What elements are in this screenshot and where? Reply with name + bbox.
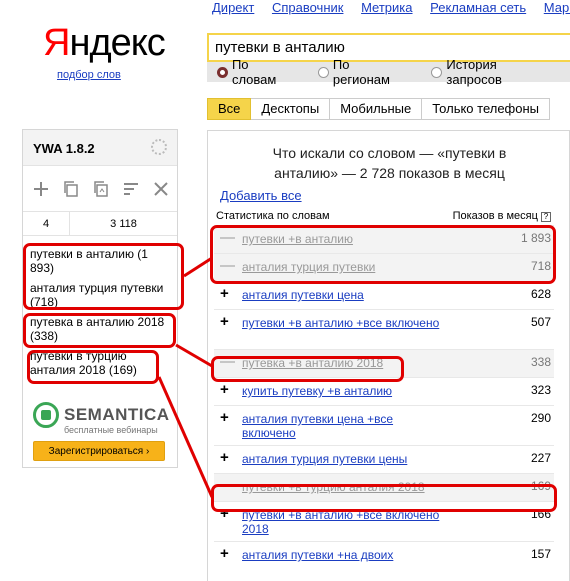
table-row[interactable]: + путевки +в анталию +все включено 507 — [214, 309, 554, 349]
impressions-count: 628 — [530, 287, 551, 301]
radio-unselected-icon — [431, 66, 443, 78]
semantica-title: SEMANTICA — [64, 405, 170, 424]
phrase-link[interactable]: анталия турция путевки цены — [242, 452, 442, 466]
plus-icon[interactable]: + — [220, 314, 229, 329]
tab-phones-only[interactable]: Только телефоны — [422, 98, 551, 120]
plus-icon[interactable]: + — [220, 450, 229, 465]
highlight-box — [211, 484, 557, 512]
export-icon[interactable] — [91, 179, 111, 199]
ywa-header: YWA 1.8.2 — [23, 130, 177, 166]
phrase-link[interactable]: купить путевку +в анталию — [242, 384, 442, 398]
phrase-link[interactable]: анталия путевки цена +все включено — [242, 412, 442, 440]
nav-link-reference[interactable]: Справочник — [272, 0, 344, 15]
phrase-link[interactable]: путевки +в анталию +все включено 2018 — [242, 508, 442, 536]
highlight-box — [210, 225, 556, 284]
phrase-count: 4 — [23, 212, 70, 235]
impressions-count: 157 — [530, 547, 551, 561]
device-tabs: Все Десктопы Мобильные Только телефоны — [207, 98, 551, 120]
copy-icon[interactable] — [61, 179, 81, 199]
table-row[interactable]: + анталия путевки цена 628 — [214, 281, 554, 309]
radio-unselected-icon — [317, 66, 329, 78]
plus-icon[interactable]: + — [220, 546, 229, 561]
radio-history[interactable]: История запросов — [431, 57, 555, 87]
close-icon[interactable] — [151, 179, 171, 199]
plus-icon[interactable]: + — [220, 382, 229, 397]
results-heading: Что искали со словом — «путевки в антали… — [272, 145, 507, 181]
top-nav: Директ Справочник Метрика Рекламная сеть… — [212, 0, 570, 15]
tab-mobile[interactable]: Мобильные — [330, 98, 423, 120]
impressions-count: 507 — [530, 315, 551, 329]
table-row[interactable]: + анталия путевки цена +все включено 290 — [214, 405, 554, 445]
radio-selected-icon — [217, 66, 228, 78]
ywa-title: YWA 1.8.2 — [33, 141, 95, 156]
plus-icon[interactable]: + — [220, 286, 229, 301]
table-row[interactable]: + анталия турция путевки цены 227 — [214, 445, 554, 473]
gear-icon[interactable] — [151, 139, 167, 155]
ywa-toolbar — [23, 166, 177, 212]
logo-subtitle-link[interactable]: подбор слов — [57, 69, 121, 81]
column-headers: Статистика по словам Показов в месяц ? — [216, 210, 551, 222]
add-all-link[interactable]: Добавить все — [220, 188, 302, 203]
col-count-header: Показов в месяц — [452, 210, 538, 222]
impressions-count: 338 — [530, 355, 551, 369]
sort-icon[interactable] — [121, 179, 141, 199]
phrase-link[interactable]: путевки +в анталию +все включено — [242, 316, 442, 330]
nav-link-market[interactable]: Маркет — [544, 0, 570, 15]
tab-all[interactable]: Все — [207, 98, 252, 120]
nav-link-direct[interactable]: Директ — [212, 0, 254, 15]
radio-by-regions[interactable]: По регионам — [317, 57, 410, 87]
impressions-count: 227 — [530, 451, 551, 465]
col-phrase-header: Статистика по словам — [216, 210, 330, 222]
highlight-box — [211, 356, 404, 382]
register-button[interactable]: Зарегистрироваться › — [33, 441, 165, 461]
highlight-box — [27, 350, 159, 384]
semantica-logo-icon — [33, 402, 59, 428]
plus-icon[interactable] — [31, 179, 51, 199]
highlight-box — [23, 243, 184, 310]
impressions-count: 290 — [530, 411, 551, 425]
phrase-link[interactable]: анталия путевки +на двоих — [242, 548, 442, 562]
radio-by-words[interactable]: По словам — [217, 57, 296, 87]
nav-link-metrika[interactable]: Метрика — [361, 0, 412, 15]
tab-desktops[interactable]: Десктопы — [251, 98, 331, 120]
impression-total: 3 118 — [110, 217, 137, 230]
help-icon[interactable]: ? — [541, 212, 551, 222]
highlight-box — [23, 313, 176, 348]
semantica-subtitle: бесплатные вебинары — [64, 425, 158, 435]
plus-icon[interactable]: + — [220, 410, 229, 425]
phrase-link[interactable]: анталия путевки цена — [242, 288, 442, 302]
search-mode-radios: По словам По регионам История запросов — [207, 57, 570, 87]
yandex-logo[interactable]: Яндекс — [43, 22, 166, 65]
nav-link-ad-network[interactable]: Рекламная сеть — [430, 0, 526, 15]
semantica-ad[interactable]: SEMANTICA бесплатные вебинары Зарегистри… — [33, 402, 173, 461]
impressions-count: 323 — [530, 383, 551, 397]
table-row[interactable]: + анталия путевки +на двоих 157 — [214, 541, 554, 569]
ywa-counts: 4 3 118 — [23, 212, 177, 236]
